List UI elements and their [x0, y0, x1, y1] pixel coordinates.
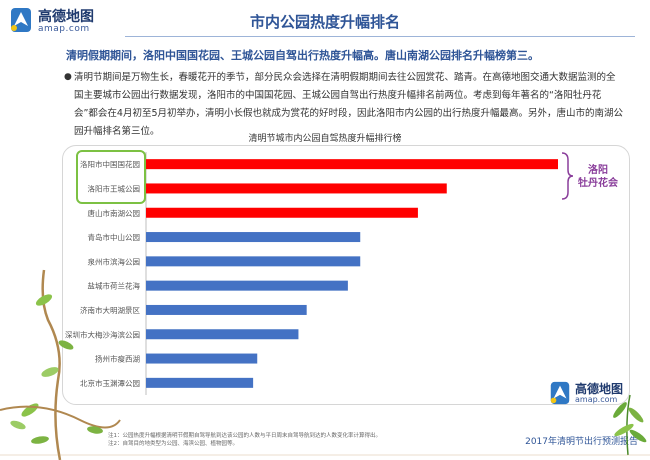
- decorative-vines: [0, 269, 650, 460]
